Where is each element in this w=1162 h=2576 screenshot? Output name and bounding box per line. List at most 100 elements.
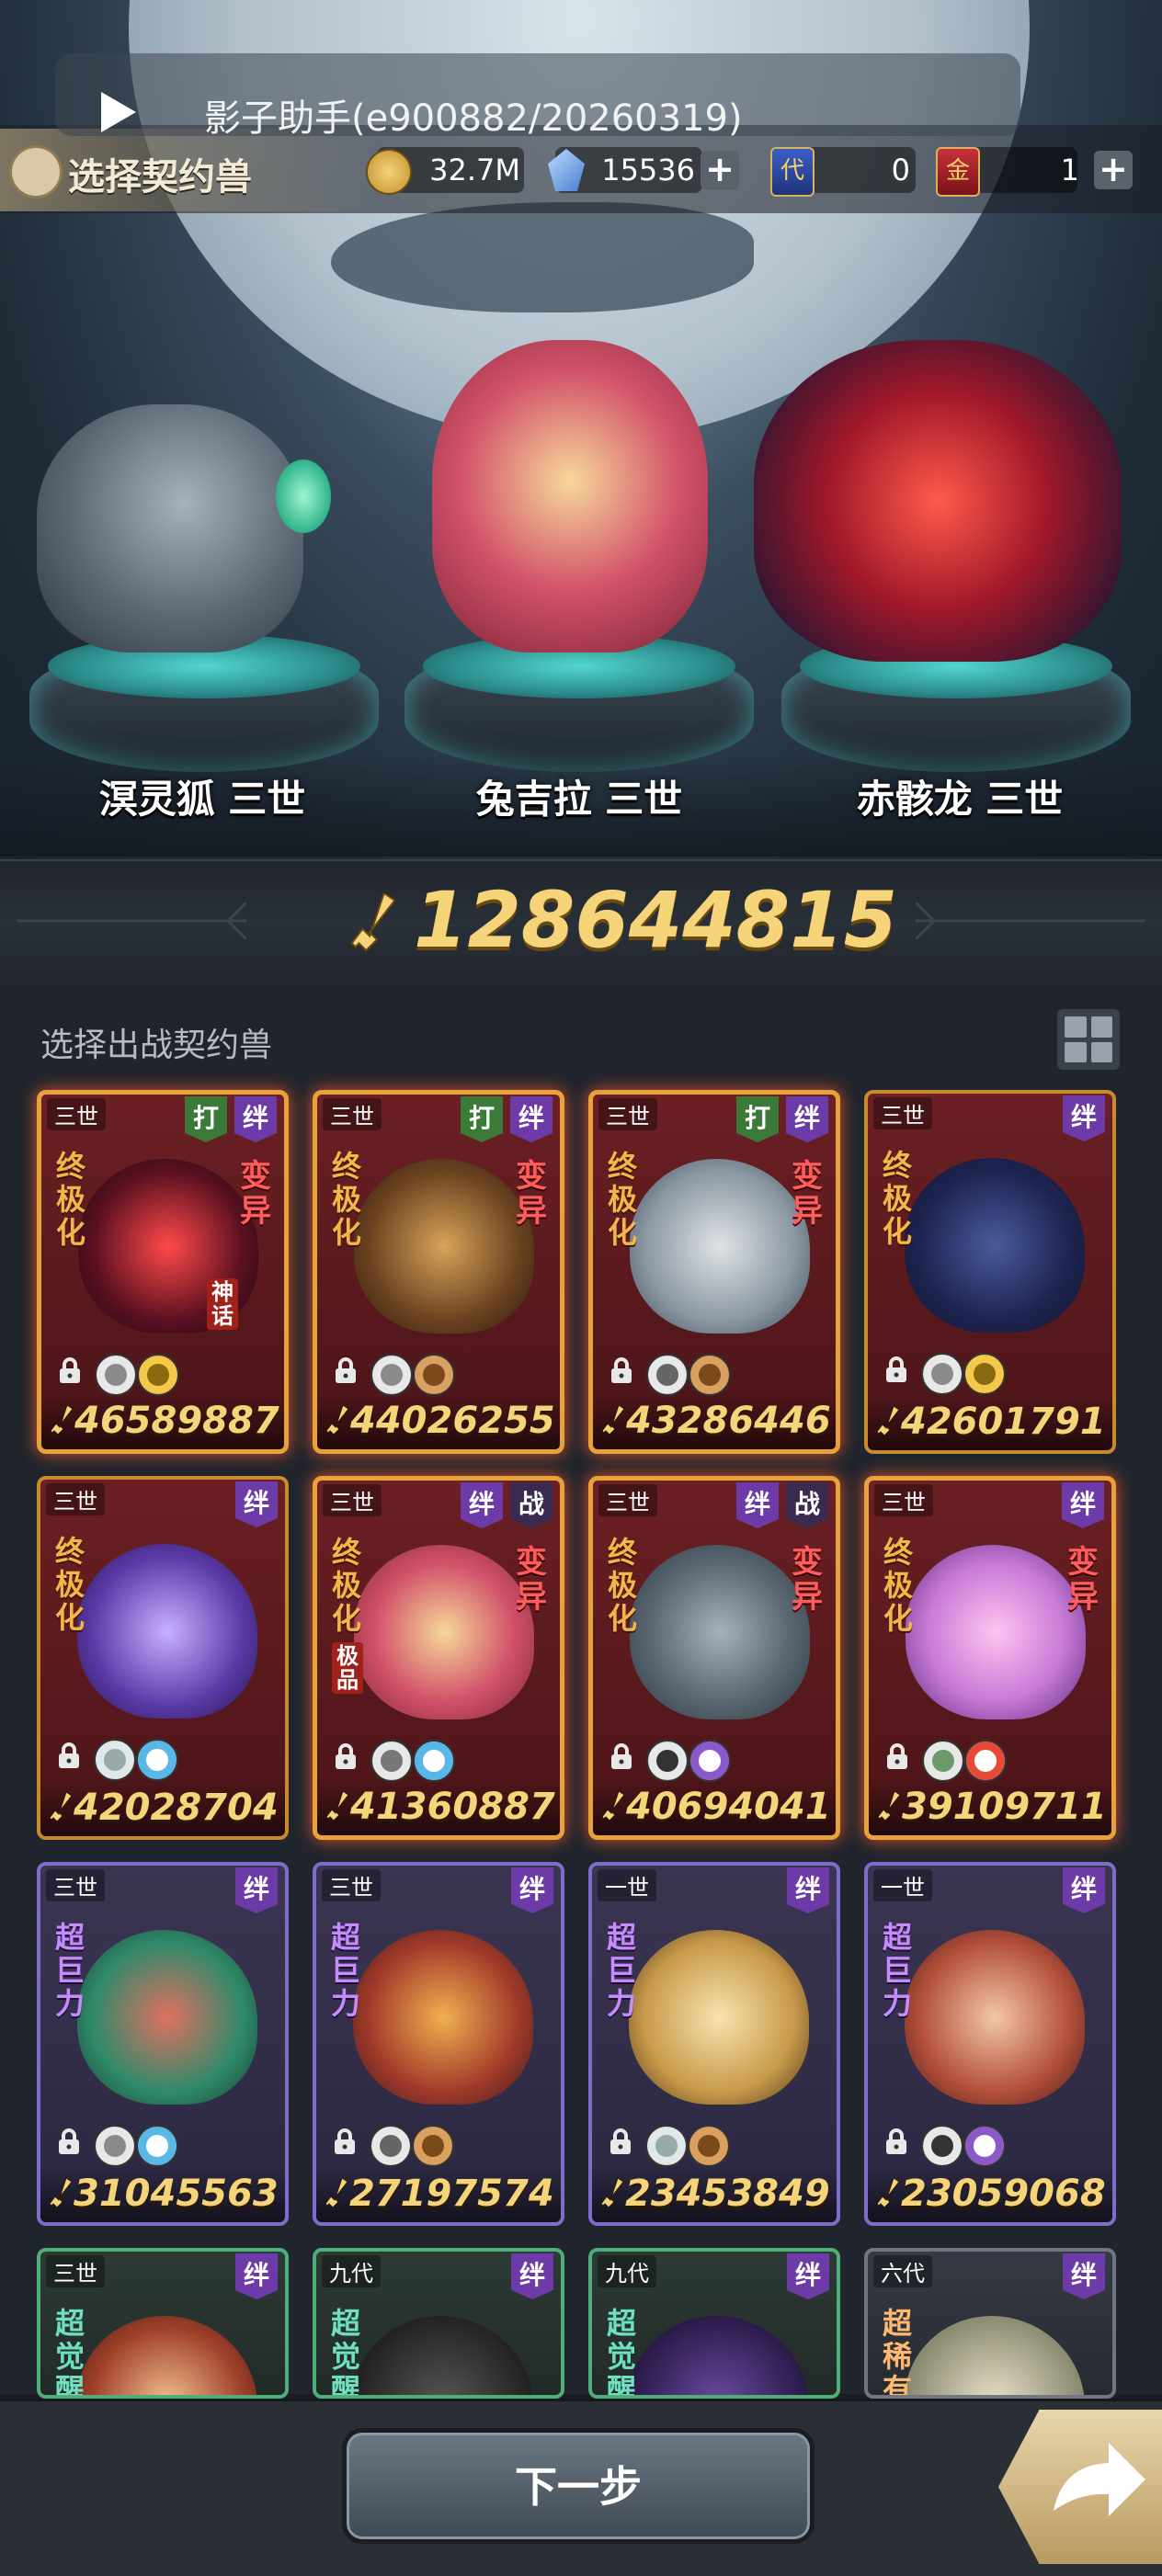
beast-portrait — [629, 1930, 809, 2105]
beast-portrait — [905, 1930, 1085, 2105]
beast-card[interactable]: 一世 绊超巨力 23059068 — [864, 1862, 1116, 2226]
beast-portrait — [77, 2316, 257, 2395]
mutation-label: 变异 — [516, 1544, 547, 1616]
lock-icon[interactable] — [56, 1356, 84, 1384]
bond-tag: 绊 — [461, 1482, 503, 1528]
lock-icon[interactable] — [608, 1356, 635, 1384]
lock-icon[interactable] — [883, 2128, 910, 2155]
lock-icon[interactable] — [55, 2128, 83, 2155]
beast-card[interactable]: 三世 绊超巨力 27197574 — [313, 1862, 564, 2226]
water-element-icon — [413, 1740, 455, 1782]
grid-view-button[interactable] — [1057, 1009, 1120, 1070]
beast-card[interactable]: 三世 绊战终极化 变异 40694041 — [588, 1476, 840, 1840]
power-sword-icon — [326, 1791, 349, 1821]
generation-label: 三世 — [873, 1097, 932, 1129]
beast-card[interactable]: 三世 打绊终极化 变异 43286446 — [588, 1090, 840, 1454]
card-power-value: 40694041 — [626, 1786, 831, 1828]
bond-tag: 绊 — [1062, 1482, 1104, 1528]
lock-icon[interactable] — [883, 1356, 910, 1383]
earth-element-icon — [413, 1354, 455, 1396]
team-beast-2-portrait[interactable] — [432, 340, 708, 653]
target-element-icon — [95, 1354, 137, 1396]
rank-label: 终极化 — [607, 1535, 637, 1636]
lock-icon[interactable] — [883, 1742, 911, 1770]
beast-card[interactable]: 三世 绊超觉醒 — [37, 2248, 289, 2399]
mutation-label: 变异 — [516, 1158, 547, 1230]
rank-label: 超觉醒 — [330, 2306, 360, 2399]
battle-tag: 战 — [786, 1482, 828, 1528]
rank-label: 终极化 — [882, 1148, 912, 1249]
beast-card[interactable]: 三世 打绊终极化 变异 44026255 — [313, 1090, 564, 1454]
power-sword-icon — [51, 1405, 74, 1436]
power-sword-icon — [601, 2178, 624, 2208]
section-label: 选择出战契约兽 — [40, 1027, 273, 1064]
bond-tag: 绊 — [510, 1096, 553, 1142]
play-icon[interactable] — [101, 92, 136, 132]
card-power-value: 46589887 — [74, 1400, 279, 1442]
moon-element-icon — [689, 1740, 731, 1782]
team-beast-1-portrait[interactable] — [37, 404, 303, 653]
battle-tag: 战 — [510, 1482, 553, 1528]
beast-card[interactable]: 一世 绊超巨力 23453849 — [588, 1862, 840, 2226]
rank-label: 终极化 — [55, 1149, 85, 1250]
power-sword-icon — [602, 1405, 625, 1436]
lock-icon[interactable] — [332, 1356, 359, 1384]
beast-portrait — [630, 1159, 810, 1333]
beast-card[interactable]: 三世 绊终极化 42601791 — [864, 1090, 1116, 1454]
beast-portrait — [354, 1545, 534, 1719]
beast-portrait — [629, 2316, 809, 2395]
lock-icon[interactable] — [55, 1742, 83, 1769]
generation-label: 三世 — [47, 1098, 106, 1130]
beast-card[interactable]: 九代 绊超觉醒 — [313, 2248, 564, 2399]
generation-label: 三世 — [323, 1484, 382, 1516]
beast-card[interactable]: 三世 绊超巨力 31045563 — [37, 1862, 289, 2226]
lock-icon[interactable] — [331, 2128, 359, 2155]
quality-badge: 神话 — [207, 1278, 238, 1330]
beast-portrait — [353, 2316, 533, 2395]
generation-label: 九代 — [598, 2255, 656, 2287]
rank-label: 终极化 — [331, 1149, 361, 1250]
earth-element-icon — [688, 2125, 730, 2167]
beast-card[interactable]: 六代 绊超稀有 — [864, 2248, 1116, 2399]
attack-tag: 打 — [736, 1096, 779, 1142]
ticket-b-amount: 1 — [1060, 153, 1079, 187]
rank-label: 超稀有 — [882, 2306, 912, 2399]
rank-label: 超巨力 — [54, 1920, 85, 2021]
grid-cell — [1090, 1016, 1112, 1038]
beast-card[interactable]: 三世 绊终极化 变异 39109711 — [864, 1476, 1116, 1840]
beast-card[interactable]: 三世 打绊终极化 变异 神话 46589887 — [37, 1090, 289, 1454]
lock-icon[interactable] — [607, 2128, 634, 2155]
beast-portrait — [905, 2316, 1085, 2395]
beast-portrait — [77, 1930, 257, 2105]
power-sword-icon — [877, 2178, 900, 2208]
leaf-element-icon — [94, 1739, 136, 1781]
grid-cell — [1090, 1041, 1112, 1062]
power-sword-icon — [50, 2178, 73, 2208]
add-crystal-button[interactable]: + — [701, 151, 739, 189]
left-decor-arrow — [17, 902, 246, 939]
card-power-value: 44026255 — [350, 1400, 555, 1442]
beast-card[interactable]: 三世 绊终极化 42028704 — [37, 1476, 289, 1840]
rank-label: 终极化 — [54, 1534, 85, 1635]
next-step-button[interactable]: 下一步 — [342, 2428, 815, 2544]
lock-icon[interactable] — [332, 1742, 359, 1770]
generation-label: 三世 — [874, 1484, 933, 1516]
add-ticket-button[interactable]: + — [1094, 151, 1133, 189]
earth-element-icon — [412, 2125, 454, 2167]
lock-icon[interactable] — [608, 1742, 635, 1770]
target-element-icon — [921, 1353, 963, 1395]
card-power-value: 42028704 — [74, 1787, 279, 1829]
beast-portrait — [354, 1159, 534, 1333]
team-beast-3-portrait[interactable] — [754, 340, 1122, 662]
beast-card[interactable]: 九代 绊超觉醒 — [588, 2248, 840, 2399]
bond-tag: 绊 — [787, 2253, 829, 2299]
crystal-amount: 15536 — [601, 153, 695, 187]
page-title: 选择契约兽 — [68, 156, 252, 199]
beast-card[interactable]: 三世 绊战终极化 变异 极品 41360887 — [313, 1476, 564, 1840]
eye-element-icon — [646, 1740, 689, 1782]
ticket-b-icon: 金 — [936, 147, 980, 197]
generation-label: 一世 — [873, 1869, 932, 1901]
power-sword-icon — [602, 1791, 625, 1821]
gold-amount: 32.7M — [429, 153, 520, 187]
generation-label: 三世 — [598, 1098, 657, 1130]
